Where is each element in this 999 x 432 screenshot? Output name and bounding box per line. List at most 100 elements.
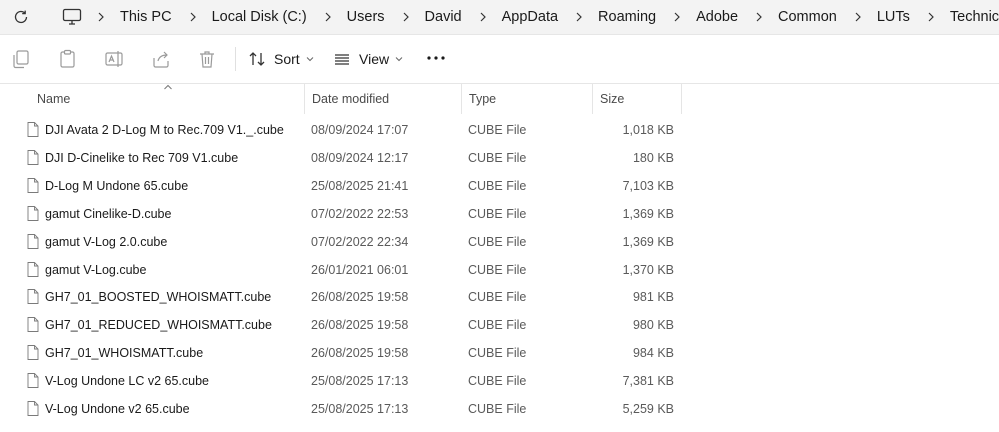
breadcrumb-item[interactable]: Common (778, 9, 837, 25)
file-size: 980 KB (632, 318, 674, 333)
sort-icon (249, 52, 265, 66)
sort-button[interactable]: Sort (248, 46, 322, 72)
chevron-right-icon[interactable] (574, 11, 584, 23)
file-name: DJI Avata 2 D-Log M to Rec.709 V1._.cube (45, 123, 284, 137)
file-icon (27, 289, 39, 305)
file-type: CUBE File (468, 150, 527, 165)
chevron-right-icon[interactable] (926, 11, 936, 23)
file-name: gamut V-Log.cube (45, 262, 147, 277)
file-name: gamut V-Log 2.0.cube (45, 234, 168, 249)
chevron-right-icon[interactable] (478, 11, 488, 23)
file-date-modified: 25/08/2025 17:13 (311, 402, 409, 416)
file-size: 984 KB (632, 346, 674, 361)
file-row[interactable]: GH7_01_REDUCED_WHOISMATT.cube 26/08/2025 … (0, 311, 999, 339)
file-size: 1,018 KB (622, 123, 674, 137)
file-size: 5,259 KB (622, 402, 674, 416)
file-name: DJI D-Cinelike to Rec 709 V1.cube (45, 150, 239, 165)
view-button[interactable]: View (333, 46, 411, 72)
copy-icon[interactable] (10, 48, 32, 70)
column-separator[interactable] (592, 84, 593, 114)
column-type[interactable]: Type (469, 84, 496, 114)
file-type: CUBE File (468, 206, 527, 221)
file-icon (27, 317, 39, 333)
breadcrumb-item[interactable]: This PC (120, 9, 172, 25)
file-icon (27, 233, 39, 249)
column-date-modified[interactable]: Date modified (312, 84, 389, 114)
chevron-down-icon (306, 57, 314, 62)
breadcrumb-item[interactable]: Technical (950, 9, 999, 25)
breadcrumb-item[interactable]: Users (347, 9, 385, 25)
file-icon (27, 345, 39, 361)
breadcrumb-item[interactable]: Local Disk (C:) (212, 9, 307, 25)
file-size: 981 KB (632, 290, 674, 305)
file-type: CUBE File (468, 402, 527, 416)
file-type: CUBE File (468, 290, 527, 305)
file-row[interactable]: DJI D-Cinelike to Rec 709 V1.cube 08/09/2… (0, 144, 999, 172)
chevron-right-icon[interactable] (672, 11, 682, 23)
file-icon (27, 401, 39, 416)
breadcrumb-item[interactable]: Roaming (598, 9, 656, 25)
file-row[interactable]: V-Log Undone LC v2 65.cube 25/08/2025 17:… (0, 367, 999, 395)
file-type: CUBE File (468, 318, 527, 333)
breadcrumb-item[interactable]: LUTs (877, 9, 910, 25)
file-size: 180 KB (632, 150, 674, 165)
file-type: CUBE File (468, 234, 527, 249)
sort-label: Sort (274, 51, 300, 67)
file-name: D-Log M Undone 65.cube (45, 178, 189, 193)
file-size: 7,381 KB (622, 374, 674, 389)
chevron-right-icon[interactable] (853, 11, 863, 23)
breadcrumb-item[interactable]: AppData (502, 9, 558, 25)
file-row[interactable]: DJI Avata 2 D-Log M to Rec.709 V1._.cube… (0, 116, 999, 144)
breadcrumb-item[interactable]: David (425, 9, 462, 25)
column-name[interactable]: Name (37, 84, 70, 114)
view-icon (335, 54, 349, 65)
chevron-right-icon[interactable] (96, 11, 106, 23)
file-date-modified: 08/09/2024 17:07 (311, 123, 409, 137)
column-separator[interactable] (681, 84, 682, 114)
file-type: CUBE File (468, 346, 527, 361)
file-name: V-Log Undone v2 65.cube (45, 402, 190, 416)
file-row[interactable]: gamut Cinelike-D.cube 07/02/2022 22:53 CUB… (0, 200, 999, 228)
this-pc-icon[interactable] (62, 8, 82, 26)
file-size: 1,370 KB (622, 262, 674, 277)
breadcrumb-item[interactable]: Adobe (696, 9, 738, 25)
chevron-down-icon (395, 57, 403, 62)
file-row[interactable]: GH7_01_BOOSTED_WHOISMATT.cube 26/08/2025 … (0, 283, 999, 311)
file-date-modified: 26/08/2025 19:58 (311, 346, 409, 361)
file-row[interactable]: gamut V-Log.cube 26/01/2021 06:01 CUBE Fil… (0, 256, 999, 284)
sort-ascending-icon (164, 84, 172, 90)
file-date-modified: 07/02/2022 22:53 (311, 206, 409, 221)
view-label: View (359, 51, 390, 67)
chevron-right-icon[interactable] (754, 11, 764, 23)
file-row[interactable]: GH7_01_WHOISMATT.cube 26/08/2025 19:58 CUB… (0, 339, 999, 367)
file-date-modified: 25/08/2025 21:41 (311, 178, 409, 193)
column-separator[interactable] (461, 84, 462, 114)
column-separator[interactable] (304, 84, 305, 114)
file-row[interactable]: D-Log M Undone 65.cube 25/08/2025 21:41 CU… (0, 172, 999, 200)
chevron-right-icon[interactable] (401, 11, 411, 23)
chevron-right-icon[interactable] (188, 11, 198, 23)
rename-icon[interactable] (103, 48, 125, 70)
file-date-modified: 25/08/2025 17:13 (311, 374, 409, 389)
file-type: CUBE File (468, 262, 527, 277)
share-icon[interactable] (150, 48, 172, 70)
file-name: V-Log Undone LC v2 65.cube (45, 374, 210, 389)
column-size[interactable]: Size (600, 84, 624, 114)
file-date-modified: 26/08/2025 19:58 (311, 318, 409, 333)
file-date-modified: 26/01/2021 06:01 (311, 262, 409, 277)
file-type: CUBE File (468, 178, 527, 193)
more-options-icon[interactable] (424, 52, 448, 64)
file-row[interactable]: gamut V-Log 2.0.cube 07/02/2022 22:34 CUBE… (0, 228, 999, 256)
paste-icon[interactable] (57, 48, 79, 70)
file-name: GH7_01_REDUCED_WHOISMATT.cube (45, 318, 272, 333)
refresh-icon[interactable] (12, 8, 30, 26)
delete-icon[interactable] (196, 48, 218, 70)
toolbar-separator (235, 47, 236, 71)
file-icon (27, 149, 39, 165)
file-row[interactable]: V-Log Undone v2 65.cube 25/08/2025 17:13 C… (0, 395, 999, 423)
chevron-right-icon[interactable] (323, 11, 333, 23)
file-name: GH7_01_BOOSTED_WHOISMATT.cube (45, 290, 272, 305)
file-date-modified: 08/09/2024 12:17 (311, 150, 409, 165)
file-type: CUBE File (468, 374, 527, 389)
file-name: gamut Cinelike-D.cube (45, 206, 172, 221)
